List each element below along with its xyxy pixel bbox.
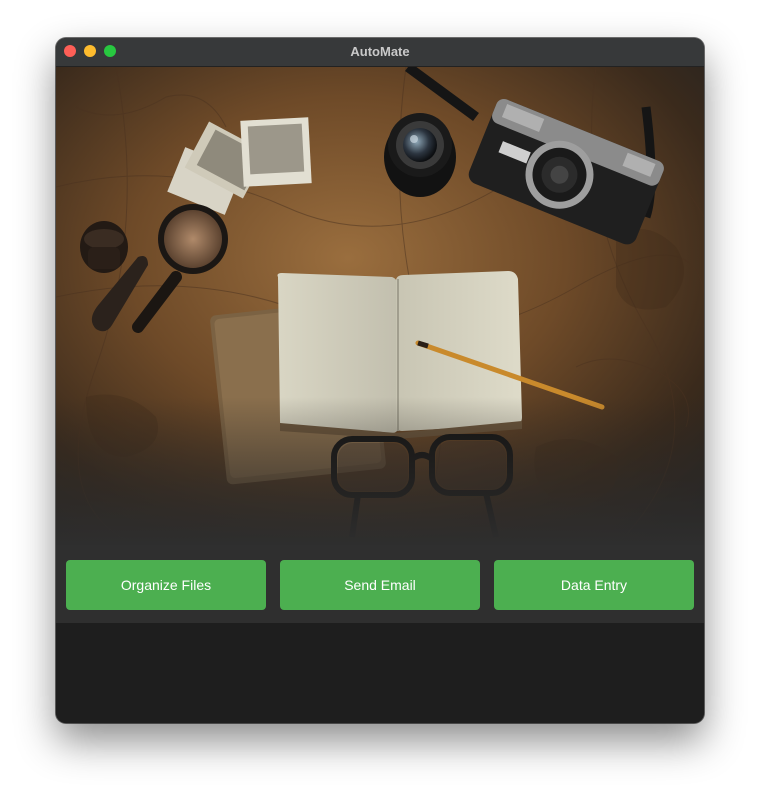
organize-files-button[interactable]: Organize Files [66, 560, 266, 610]
window-title: AutoMate [350, 44, 410, 59]
action-bar: Organize Files Send Email Data Entry [56, 545, 704, 623]
app-window: AutoMate Organize Files Send Email Data … [56, 38, 704, 723]
empty-output-area [56, 623, 704, 723]
title-bar: AutoMate [56, 38, 704, 67]
desk-photo-illustration [56, 67, 704, 545]
send-email-button[interactable]: Send Email [280, 560, 480, 610]
data-entry-button[interactable]: Data Entry [494, 560, 694, 610]
hero-image [56, 67, 704, 545]
